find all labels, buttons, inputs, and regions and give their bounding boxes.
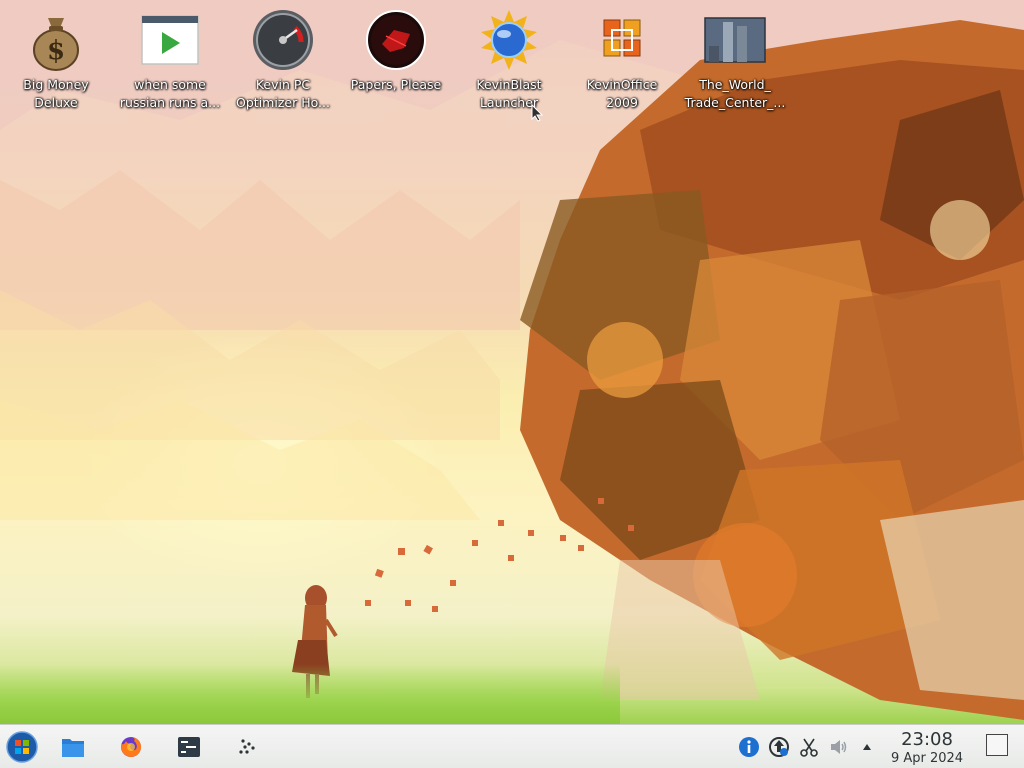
kevinblast-icon (481, 10, 537, 70)
video-file-icon (141, 15, 199, 65)
dots-icon (239, 739, 255, 754)
scissors-icon (800, 738, 818, 757)
start-menu-button[interactable] (4, 729, 40, 765)
terminal-launcher[interactable] (171, 729, 207, 765)
desktop-icon-kevinoffice-2009[interactable]: KevinOffice 2009 (566, 8, 678, 112)
show-desktop-button[interactable] (986, 734, 1008, 756)
screenshot-tray-button[interactable] (797, 735, 821, 759)
office-icon (603, 19, 641, 57)
folder-icon (62, 739, 84, 757)
desktop-icon-label: Kevin PC Optimizer Ho... (236, 77, 330, 110)
desktop-icon-kevin-pc-optimizer[interactable]: Kevin PC Optimizer Ho... (227, 8, 339, 112)
desktop-icon-label: Big Money Deluxe (23, 77, 89, 110)
clock[interactable]: 23:08 9 Apr 2024 (878, 729, 976, 767)
mouse-cursor (531, 104, 543, 122)
volume-icon (831, 740, 847, 754)
desktop-icon-kevinblast-launcher[interactable]: KevinBlast Launcher (453, 8, 565, 112)
overview-launcher[interactable] (229, 729, 265, 765)
tray-expand-button[interactable] (855, 735, 879, 759)
papers-please-icon (366, 10, 426, 70)
file-manager-launcher[interactable] (55, 729, 91, 765)
money-bag-icon: $ (33, 18, 79, 71)
desktop-icon-world-trade-center[interactable]: The_World_ Trade_Center_... (679, 8, 791, 112)
notifications-tray-button[interactable] (737, 735, 761, 759)
desktop-icon-label: Papers, Please (350, 77, 442, 92)
desktop-icon-label: The_World_ Trade_Center_... (684, 77, 786, 110)
terminal-icon (178, 737, 200, 757)
volume-tray-button[interactable] (827, 735, 851, 759)
taskbar: 23:08 9 Apr 2024 (0, 724, 1024, 768)
start-orb-icon (6, 731, 38, 763)
desktop-icon-label: when some russian runs a... (119, 77, 221, 110)
abstract-tree (520, 20, 1024, 720)
grass (0, 664, 620, 724)
desktop-icon-label: KevinOffice 2009 (586, 77, 658, 110)
updates-tray-button[interactable] (767, 735, 791, 759)
desktop-icon-label: KevinBlast Launcher (476, 77, 542, 110)
clock-time: 23:08 (901, 729, 953, 750)
tray-expand-icon (863, 744, 871, 750)
desktop-icon-big-money-deluxe[interactable]: $ Big Money Deluxe (0, 8, 112, 112)
update-icon (769, 737, 789, 757)
desktop-icon-papers-please[interactable]: Papers, Please (340, 8, 452, 94)
firefox-launcher[interactable] (113, 729, 149, 765)
svg-text:$: $ (47, 36, 65, 66)
clock-date: 9 Apr 2024 (890, 751, 964, 766)
info-icon (739, 737, 759, 757)
firefox-icon (121, 736, 142, 757)
desktop-icon-video[interactable]: when some russian runs a... (114, 8, 226, 112)
gauge-icon (253, 10, 313, 70)
image-file-icon (704, 17, 766, 63)
